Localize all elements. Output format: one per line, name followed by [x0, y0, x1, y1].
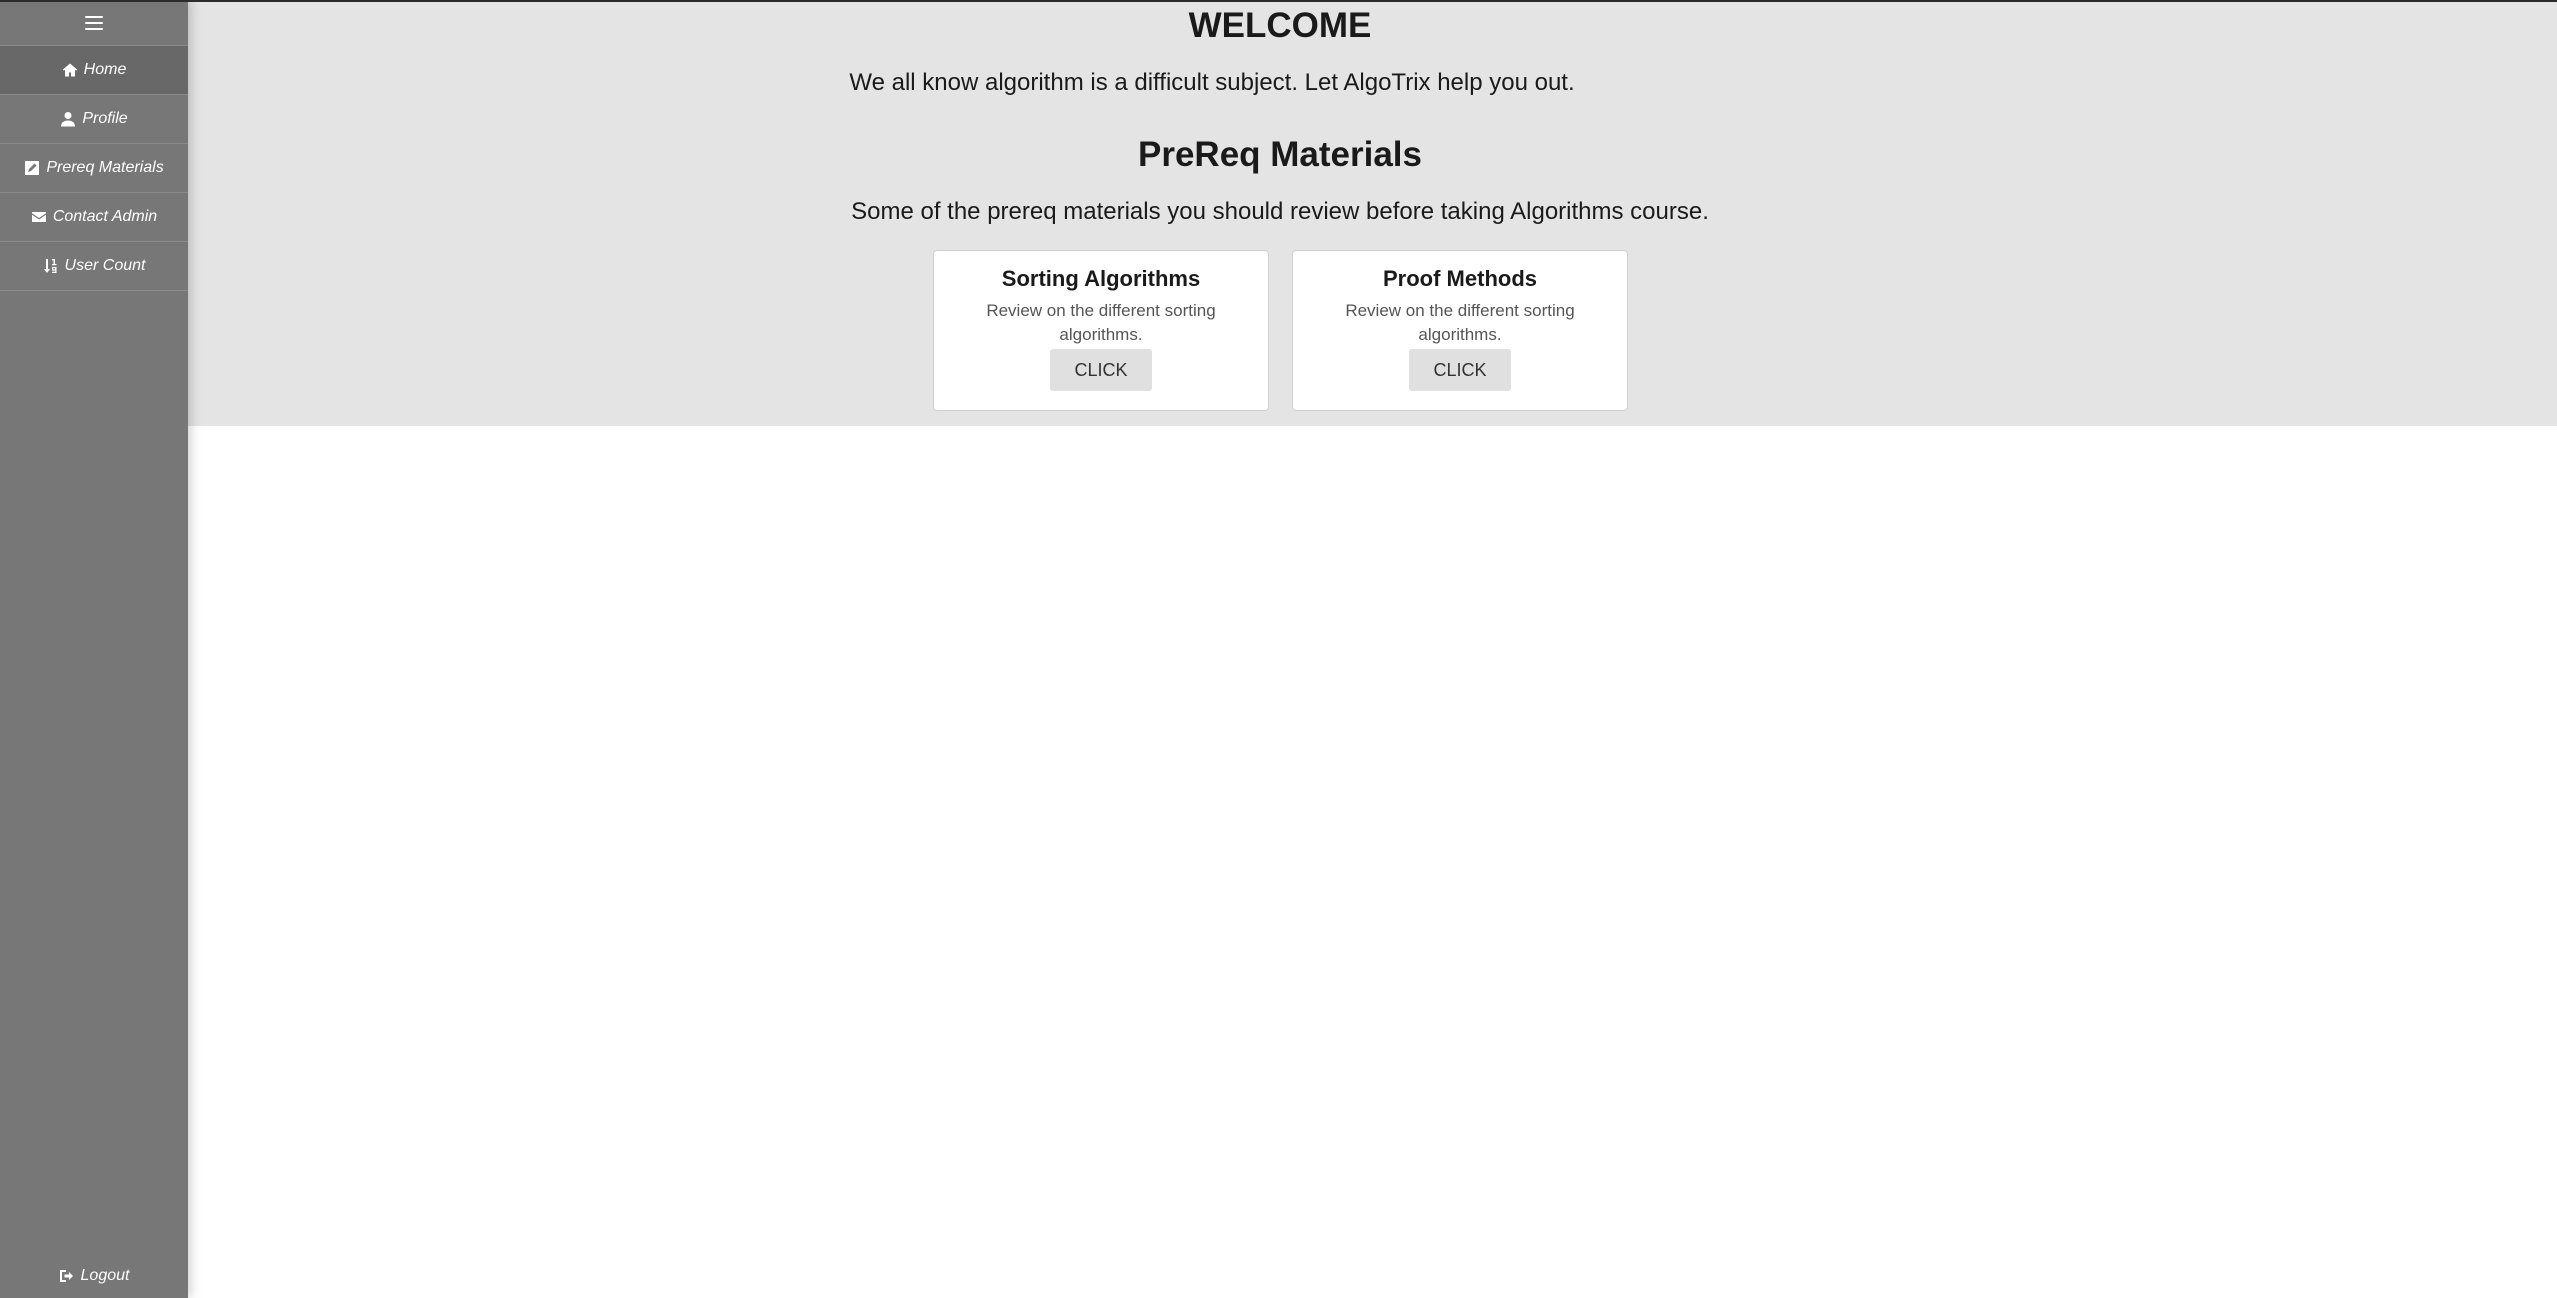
home-icon [62, 63, 77, 77]
welcome-text: We all know algorithm is a difficult sub… [849, 69, 1575, 96]
proof-methods-click-button[interactable]: CLICK [1409, 349, 1511, 391]
menu-toggle-button[interactable] [0, 0, 188, 46]
sidebar-item-label: Home [83, 61, 127, 78]
sidebar-item-label: User Count [64, 257, 146, 274]
card-title: Proof Methods [1383, 266, 1537, 291]
card-sorting-algorithms: Sorting Algorithms Review on the differe… [933, 250, 1269, 411]
sorting-algorithms-click-button[interactable]: CLICK [1050, 349, 1152, 391]
prereq-title: PreReq Materials [1137, 135, 1423, 174]
sidebar-item-label: Prereq Materials [46, 159, 164, 176]
sidebar-item-label: Contact Admin [52, 208, 158, 225]
sign-out-icon [59, 1270, 73, 1282]
edit-square-icon [25, 161, 40, 175]
welcome-content: WELCOME We all know algorithm is a diffi… [188, 0, 2372, 227]
prereq-description: Some of the prereq materials you should … [851, 198, 1709, 225]
sidebar: Home Profile Prereq Materials Contact Ad… [0, 0, 188, 1298]
welcome-section: WELCOME We all know algorithm is a diffi… [188, 0, 2557, 426]
card-description: Review on the different sorting algorith… [1345, 301, 1575, 344]
sidebar-item-user-count[interactable]: User Count [0, 242, 188, 291]
top-border [0, 0, 2557, 2]
sidebar-item-home[interactable]: Home [0, 46, 188, 95]
prereq-cards: Sorting Algorithms Review on the differe… [933, 250, 1628, 411]
logout-label: Logout [80, 1267, 130, 1284]
sidebar-item-profile[interactable]: Profile [0, 95, 188, 144]
welcome-title: WELCOME [1188, 6, 1372, 45]
hamburger-menu-icon [85, 15, 103, 30]
card-proof-methods: Proof Methods Review on the different so… [1292, 250, 1628, 411]
sort-numeric-icon [43, 259, 57, 273]
sidebar-item-label: Profile [82, 110, 128, 127]
sidebar-item-contact-admin[interactable]: Contact Admin [0, 193, 188, 242]
card-description: Review on the different sorting algorith… [986, 301, 1216, 344]
sidebar-item-prereq-materials[interactable]: Prereq Materials [0, 144, 188, 193]
logout-button[interactable]: Logout [0, 1254, 188, 1298]
envelope-icon [31, 212, 46, 222]
card-title: Sorting Algorithms [1001, 266, 1201, 291]
user-icon [61, 112, 76, 127]
